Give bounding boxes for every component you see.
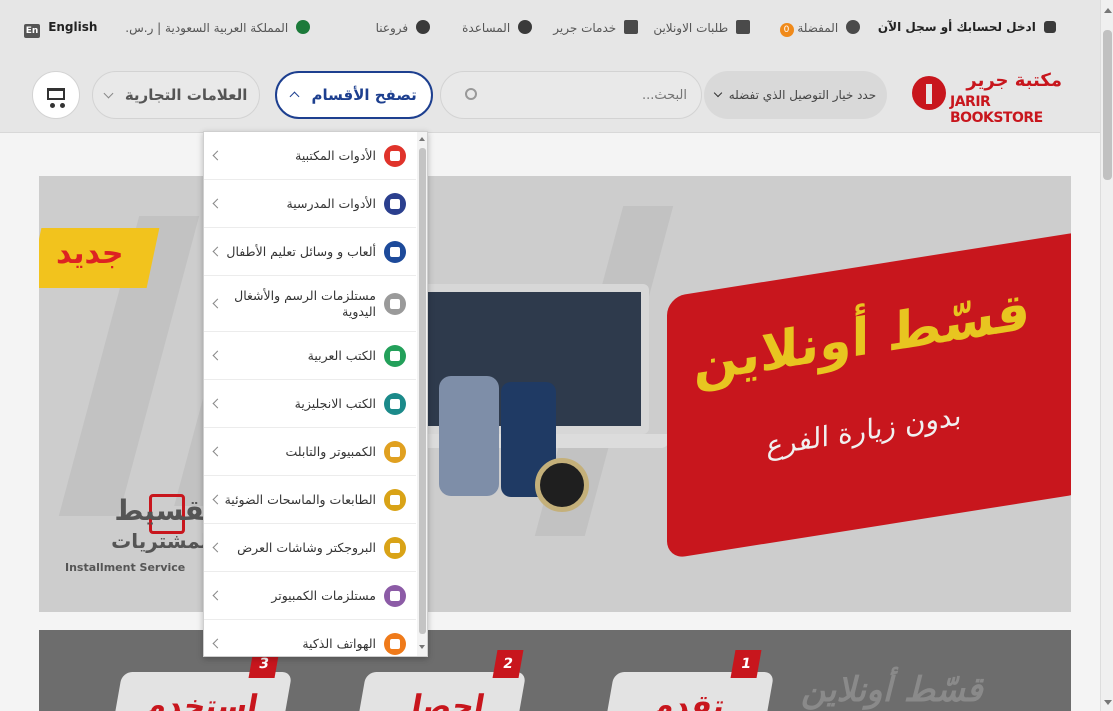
scroll-up-arrow-icon[interactable] (1104, 8, 1112, 13)
browse-categories-button[interactable]: تصفح الأقسام (275, 71, 433, 119)
category-art-crafts[interactable]: مستلزمات الرسم والأشغال اليدوية (204, 276, 416, 332)
category-smartphones[interactable]: الهواتف الذكية (204, 620, 416, 656)
category-computers-tablets[interactable]: الكمبيوتر والتابلت (204, 428, 416, 476)
keyboard-icon (384, 584, 406, 607)
projector-icon (384, 536, 406, 559)
printer-icon (384, 488, 406, 511)
branches-link[interactable]: فروعنا (376, 20, 430, 35)
chevron-left-icon (212, 494, 223, 504)
office-supplies-icon (384, 144, 406, 167)
jarir-logo-mark-icon (912, 76, 946, 110)
chevron-left-icon (212, 298, 223, 308)
search-input[interactable] (451, 72, 701, 118)
user-icon (1044, 21, 1056, 33)
chevron-left-icon (212, 350, 223, 360)
dropdown-scroll-up-icon[interactable] (419, 137, 425, 141)
brush-icon (384, 292, 406, 315)
category-projectors-displays[interactable]: البروجكتر وشاشات العرض (204, 524, 416, 572)
category-printers-scanners[interactable]: الطابعات والماسحات الضوئية (204, 476, 416, 524)
steps-banner[interactable]: تقدم 1 احصل 2 استخدم 3 قسّط أونلاين (39, 630, 1071, 711)
chevron-left-icon (212, 150, 223, 160)
english-book-icon (384, 392, 406, 415)
chevron-left-icon (212, 446, 223, 456)
logo-arabic-text: مكتبة جرير (966, 70, 1062, 91)
smartphone-icon (384, 632, 406, 655)
lower-banner-title: قسّط أونلاين (801, 670, 983, 710)
category-office-supplies[interactable]: الأدوات المكتبية (204, 132, 416, 180)
phone-image (439, 376, 499, 496)
chevron-left-icon (212, 638, 223, 648)
toy-cube-icon (384, 240, 406, 263)
hero-banner[interactable]: جديد قسّط أونلاين بدون زيارة الفرع تقسيط… (39, 176, 1071, 612)
installment-service-logo: تقسيط المشتريات Installment Service (65, 494, 215, 574)
new-badge: جديد (39, 228, 160, 288)
category-kids-toys[interactable]: ألعاب و وسائل تعليم الأطفال (204, 228, 416, 276)
dropdown-scroll-down-icon[interactable] (419, 645, 425, 649)
chevron-left-icon (212, 398, 223, 408)
arabic-book-icon (384, 344, 406, 367)
step-2-number: 2 (492, 650, 524, 678)
delivery-option-label: حدد خيار التوصيل الذي تفضله (728, 88, 877, 102)
language-switch[interactable]: En English (24, 20, 97, 38)
chevron-left-icon (212, 590, 223, 600)
location-pin-icon (416, 20, 430, 34)
chevron-down-icon (103, 88, 114, 99)
help-link[interactable]: المساعدة (462, 20, 532, 35)
brands-button[interactable]: العلامات التجارية (92, 71, 260, 119)
truck-icon (736, 20, 750, 34)
cart-icon (47, 88, 65, 100)
dropdown-scrollbar[interactable] (417, 132, 427, 656)
favorites-count-badge: 0 (779, 23, 794, 37)
login-link[interactable]: ادخل لحسابك أو سجل الآن (878, 20, 1056, 34)
delivery-option-selector[interactable]: حدد خيار التوصيل الذي تفضله (704, 71, 887, 119)
computer-icon (384, 440, 406, 463)
pen-icon (384, 192, 406, 215)
saudi-flag-icon (296, 20, 310, 34)
categories-list: الأدوات المكتبية الأدوات المدرسية ألعاب … (204, 132, 416, 656)
category-school-supplies[interactable]: الأدوات المدرسية (204, 180, 416, 228)
category-arabic-books[interactable]: الكتب العربية (204, 332, 416, 380)
dropdown-scrollbar-thumb[interactable] (419, 148, 426, 634)
logo-english-text: JARIR BOOKSTORE (950, 94, 1043, 126)
jarir-logo[interactable]: مكتبة جرير JARIR BOOKSTORE (912, 70, 1062, 126)
favorites-link[interactable]: المفضلة 0 (779, 20, 860, 37)
grid-icon (624, 20, 638, 34)
page-scrollbar-thumb[interactable] (1103, 30, 1112, 180)
main-header: مكتبة جرير JARIR BOOKSTORE حدد خيار التو… (0, 58, 1100, 133)
info-icon (518, 20, 532, 34)
page-scrollbar[interactable] (1100, 0, 1113, 711)
search-box[interactable] (440, 71, 702, 119)
step-1-number: 1 (730, 650, 762, 678)
region-selector[interactable]: المملكة العربية السعودية | ر.س. (125, 20, 310, 35)
heart-icon (846, 20, 860, 34)
brands-label: العلامات التجارية (124, 86, 248, 104)
language-icon: En (24, 24, 40, 38)
category-english-books[interactable]: الكتب الانجليزية (204, 380, 416, 428)
browse-categories-label: تصفح الأقسام (311, 86, 417, 104)
watch-image (535, 458, 589, 512)
search-icon[interactable] (465, 88, 477, 100)
chevron-down-icon (713, 88, 723, 98)
chevron-left-icon (212, 198, 223, 208)
chevron-left-icon (212, 542, 223, 552)
categories-dropdown: الأدوات المكتبية الأدوات المدرسية ألعاب … (203, 131, 428, 657)
category-computer-accessories[interactable]: مستلزمات الكمبيوتر (204, 572, 416, 620)
top-bar: ادخل لحسابك أو سجل الآن المفضلة 0 طلبات … (0, 0, 1100, 58)
chevron-up-icon (289, 91, 300, 102)
jarir-services-link[interactable]: خدمات جرير (553, 20, 638, 35)
chevron-left-icon (212, 246, 223, 256)
scroll-down-arrow-icon[interactable] (1104, 700, 1112, 705)
online-orders-link[interactable]: طلبات الاونلاين (653, 20, 750, 35)
cart-button[interactable] (32, 71, 80, 119)
